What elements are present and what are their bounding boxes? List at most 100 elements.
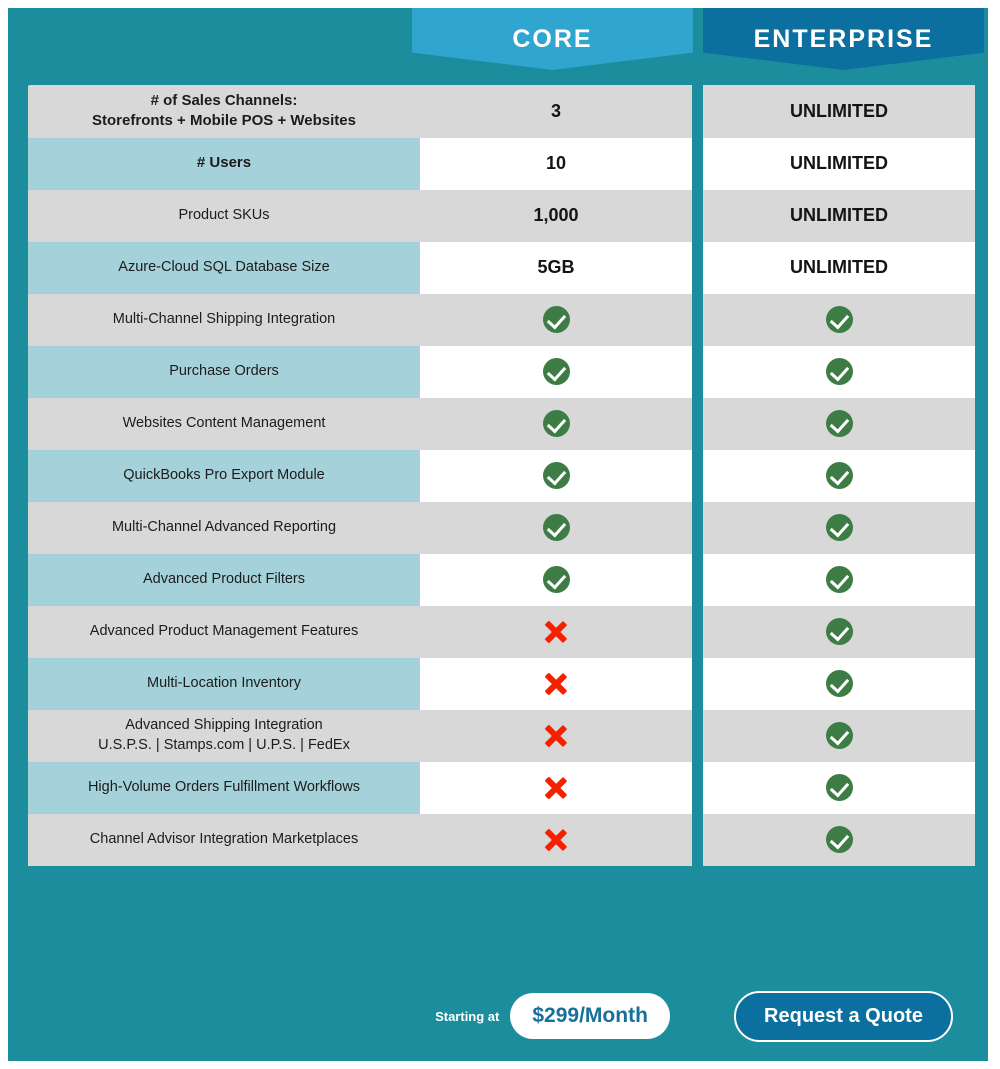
table-row: QuickBooks Pro Export Module: [28, 449, 985, 502]
plan-header-core: CORE: [412, 8, 693, 70]
cell-core: [420, 553, 692, 606]
column-divider: [692, 657, 703, 710]
plan-name-enterprise: ENTERPRISE: [753, 24, 934, 53]
plan-header-enterprise: ENTERPRISE: [703, 8, 984, 70]
table-row: Product SKUs 1,000 UNLIMITED: [28, 189, 985, 242]
check-icon: [825, 618, 853, 645]
cell-core: [420, 501, 692, 554]
cell-enterprise: [703, 761, 975, 814]
feature-label: # Users: [28, 137, 420, 190]
table-row: High-Volume Orders Fulfillment Workflows: [28, 761, 985, 814]
column-divider: [692, 85, 703, 138]
column-divider: [692, 501, 703, 554]
check-icon: [825, 826, 853, 853]
cell-enterprise: [703, 813, 975, 866]
cross-icon: [543, 775, 569, 801]
cell-enterprise: UNLIMITED: [703, 189, 975, 242]
cross-icon: [543, 827, 569, 853]
cross-icon: [543, 619, 569, 645]
check-icon: [825, 670, 853, 697]
check-icon: [825, 306, 853, 333]
cell-enterprise: [703, 397, 975, 450]
column-divider: [692, 189, 703, 242]
feature-rows: # of Sales Channels: Storefronts + Mobil…: [28, 85, 985, 866]
table-row: Multi-Location Inventory: [28, 657, 985, 710]
column-divider: [692, 293, 703, 346]
cell-enterprise: [703, 293, 975, 346]
feature-label: Multi-Channel Advanced Reporting: [28, 501, 420, 554]
column-divider: [692, 397, 703, 450]
check-icon: [542, 514, 570, 541]
cell-core: [420, 657, 692, 710]
check-icon: [825, 358, 853, 385]
feature-label: High-Volume Orders Fulfillment Workflows: [28, 761, 420, 814]
request-a-quote-button[interactable]: Request a Quote: [734, 990, 953, 1042]
cell-enterprise: UNLIMITED: [703, 137, 975, 190]
pricing-comparison-table: CORE ENTERPRISE # of Sales Channels: Sto…: [8, 8, 988, 1061]
cell-core: [420, 293, 692, 346]
column-divider: [692, 605, 703, 658]
table-row: Advanced Product Management Features: [28, 605, 985, 658]
feature-label: Channel Advisor Integration Marketplaces: [28, 813, 420, 866]
cell-core: [420, 345, 692, 398]
table-row: # Users 10 UNLIMITED: [28, 137, 985, 190]
check-icon: [542, 306, 570, 333]
cell-core: [420, 397, 692, 450]
cell-enterprise: UNLIMITED: [703, 85, 975, 138]
feature-label: Purchase Orders: [28, 345, 420, 398]
starting-at-label: Starting at: [435, 1008, 500, 1024]
core-price-button[interactable]: $299/Month: [510, 993, 670, 1039]
cell-enterprise: [703, 345, 975, 398]
column-divider: [692, 813, 703, 866]
feature-label: QuickBooks Pro Export Module: [28, 449, 420, 502]
check-icon: [825, 566, 853, 593]
cta-enterprise: Request a Quote: [703, 990, 984, 1042]
check-icon: [542, 410, 570, 437]
column-divider: [692, 761, 703, 814]
table-row: Advanced Product Filters: [28, 553, 985, 606]
feature-label: Advanced Product Filters: [28, 553, 420, 606]
cell-enterprise: [703, 501, 975, 554]
cta-core: Starting at $299/Month: [412, 993, 693, 1039]
cell-core: [420, 709, 692, 762]
feature-label: Multi-Channel Shipping Integration: [28, 293, 420, 346]
cell-enterprise: [703, 657, 975, 710]
check-icon: [825, 774, 853, 801]
plan-name-core: CORE: [512, 24, 593, 53]
cell-core: 5GB: [420, 241, 692, 294]
check-icon: [542, 462, 570, 489]
table-row: Multi-Channel Shipping Integration: [28, 293, 985, 346]
column-divider: [692, 553, 703, 606]
cell-enterprise: [703, 605, 975, 658]
cell-core: 10: [420, 137, 692, 190]
cross-icon: [543, 723, 569, 749]
cell-core: [420, 605, 692, 658]
footer-cta-strip: Starting at $299/Month Request a Quote: [8, 971, 988, 1061]
column-divider: [692, 709, 703, 762]
table-row: Advanced Shipping Integration U.S.P.S. |…: [28, 709, 985, 762]
feature-label: # of Sales Channels: Storefronts + Mobil…: [28, 85, 420, 138]
plan-headers: CORE ENTERPRISE: [8, 8, 988, 85]
table-row: Multi-Channel Advanced Reporting: [28, 501, 985, 554]
cell-core: 1,000: [420, 189, 692, 242]
table-row: Websites Content Management: [28, 397, 985, 450]
feature-label: Advanced Shipping Integration U.S.P.S. |…: [28, 709, 420, 762]
table-row: # of Sales Channels: Storefronts + Mobil…: [28, 85, 985, 138]
table-row: Purchase Orders: [28, 345, 985, 398]
cell-enterprise: [703, 449, 975, 502]
check-icon: [825, 514, 853, 541]
feature-label: Advanced Product Management Features: [28, 605, 420, 658]
feature-label: Websites Content Management: [28, 397, 420, 450]
check-icon: [825, 722, 853, 749]
feature-label: Multi-Location Inventory: [28, 657, 420, 710]
cell-core: 3: [420, 85, 692, 138]
check-icon: [825, 410, 853, 437]
cell-enterprise: [703, 553, 975, 606]
cell-enterprise: [703, 709, 975, 762]
cell-enterprise: UNLIMITED: [703, 241, 975, 294]
check-icon: [825, 462, 853, 489]
feature-label: Product SKUs: [28, 189, 420, 242]
table-row: Azure-Cloud SQL Database Size 5GB UNLIMITE…: [28, 241, 985, 294]
feature-label: Azure-Cloud SQL Database Size: [28, 241, 420, 294]
cell-core: [420, 761, 692, 814]
